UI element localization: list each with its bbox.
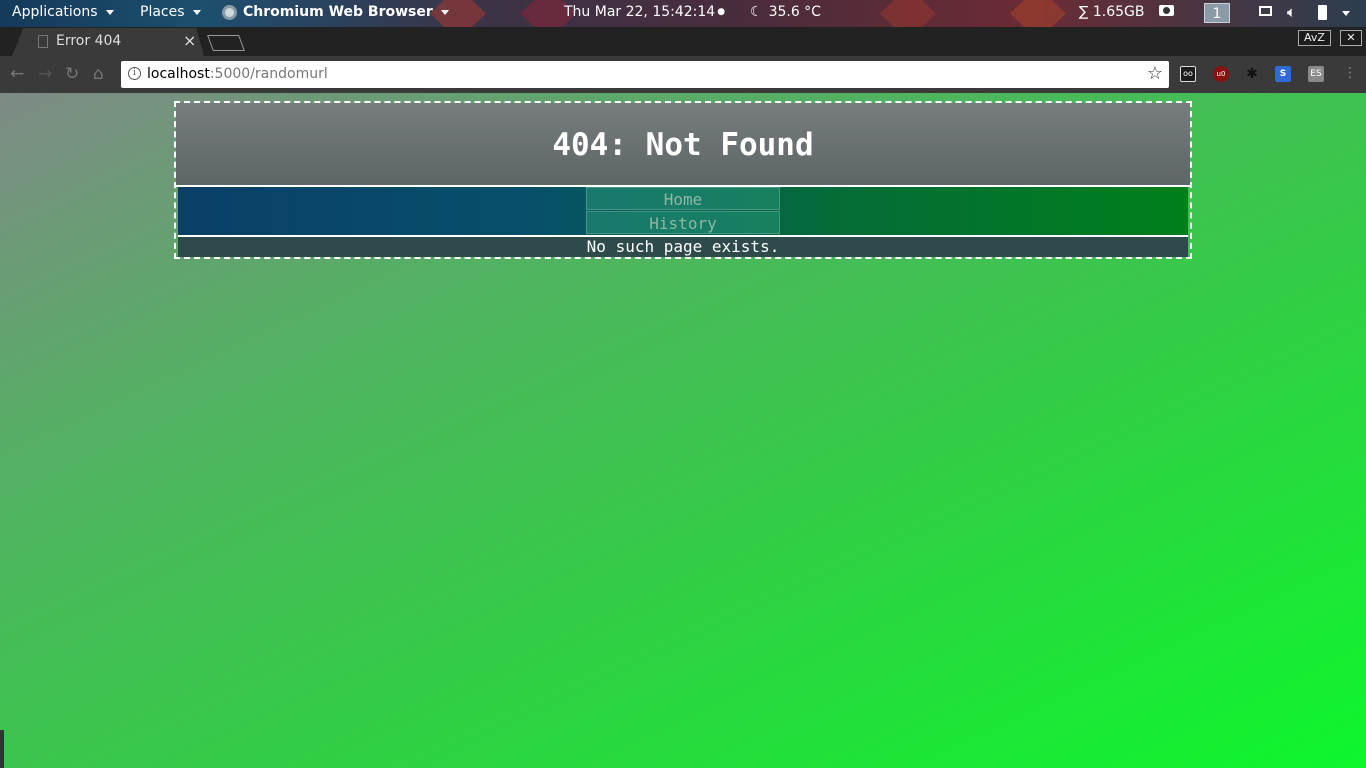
system-menu-chevron-down-icon[interactable] [1340, 11, 1350, 16]
gnome-foot-icon[interactable]: ✱ [1244, 66, 1260, 82]
temperature-label: 35.6 °C [768, 4, 821, 20]
extension-icon-1[interactable]: oo [1180, 66, 1196, 82]
url-text[interactable]: localhost:5000/randomurl [147, 66, 328, 82]
avz-button[interactable]: AvZ [1298, 30, 1331, 46]
system-top-bar: Applications Places Chromium Web Browser… [0, 0, 1366, 27]
page-title: 404: Not Found [552, 127, 814, 163]
new-tab-button[interactable] [207, 35, 245, 51]
page-icon [38, 35, 48, 48]
applications-label: Applications [12, 4, 98, 20]
memory-label: ∑ 1.65GB [1079, 4, 1145, 20]
page-header: 404: Not Found [176, 103, 1190, 187]
dock-edge [0, 730, 4, 768]
battery-icon[interactable] [1318, 5, 1327, 20]
weather-indicator[interactable]: ☾ 35.6 °C [750, 4, 821, 20]
nav-link-history[interactable]: History [586, 211, 780, 234]
volume-icon[interactable]: 🔈︎ [1287, 3, 1296, 21]
chevron-down-icon [105, 9, 114, 15]
forward-icon[interactable]: → [38, 65, 52, 83]
close-window-icon[interactable]: ✕ [1340, 30, 1362, 46]
clock[interactable]: Thu Mar 22, 15:42:14 ● [564, 4, 725, 20]
applications-menu[interactable]: Applications [12, 4, 114, 20]
tab-title: Error 404 [56, 33, 122, 49]
url-rest: :5000/randomurl [209, 66, 328, 82]
screenshot-icon[interactable] [1159, 5, 1174, 16]
page-viewport: 404: Not Found Home History No such page… [0, 93, 1366, 768]
extension-s-icon[interactable]: S [1275, 66, 1291, 82]
info-icon[interactable]: i [128, 67, 141, 80]
extension-es-icon[interactable]: ES [1308, 66, 1324, 82]
app-menu-label: Chromium Web Browser [243, 4, 433, 20]
chevron-down-icon [192, 9, 201, 15]
page-container: 404: Not Found Home History No such page… [174, 101, 1192, 259]
menu-dots-icon[interactable]: ⋮ [1342, 66, 1358, 82]
tab-close-icon[interactable]: × [183, 31, 196, 50]
display-icon[interactable] [1259, 6, 1272, 16]
back-icon[interactable]: ← [10, 65, 24, 83]
memory-indicator[interactable]: ∑ 1.65GB [1079, 4, 1145, 20]
clock-dot: ● [717, 7, 726, 17]
page-nav: Home History [178, 187, 1188, 237]
app-menu[interactable]: Chromium Web Browser [222, 4, 449, 20]
home-icon[interactable]: ⌂ [93, 65, 104, 83]
reload-icon[interactable]: ↻ [65, 65, 79, 83]
wallpaper-hex [1010, 0, 1066, 27]
wallpaper-hex [880, 0, 936, 27]
places-label: Places [140, 4, 185, 20]
places-menu[interactable]: Places [140, 4, 201, 20]
chevron-down-icon [440, 9, 449, 15]
workspace-indicator[interactable]: 1 [1204, 3, 1230, 23]
bookmark-star-icon[interactable]: ☆ [1147, 63, 1163, 84]
error-message: No such page exists. [178, 237, 1188, 257]
ublock-icon[interactable]: u0 [1213, 66, 1229, 82]
address-bar[interactable]: i localhost:5000/randomurl ☆ [121, 61, 1169, 88]
clock-label: Thu Mar 22, 15:42:14 [564, 4, 716, 20]
tab-strip: Error 404 × [0, 27, 1366, 56]
weather-icon: ☾ [750, 4, 763, 20]
chromium-icon [222, 4, 237, 20]
tab-error-404[interactable]: Error 404 × [12, 28, 204, 56]
url-host: localhost [147, 66, 210, 82]
nav-link-home[interactable]: Home [586, 187, 780, 210]
